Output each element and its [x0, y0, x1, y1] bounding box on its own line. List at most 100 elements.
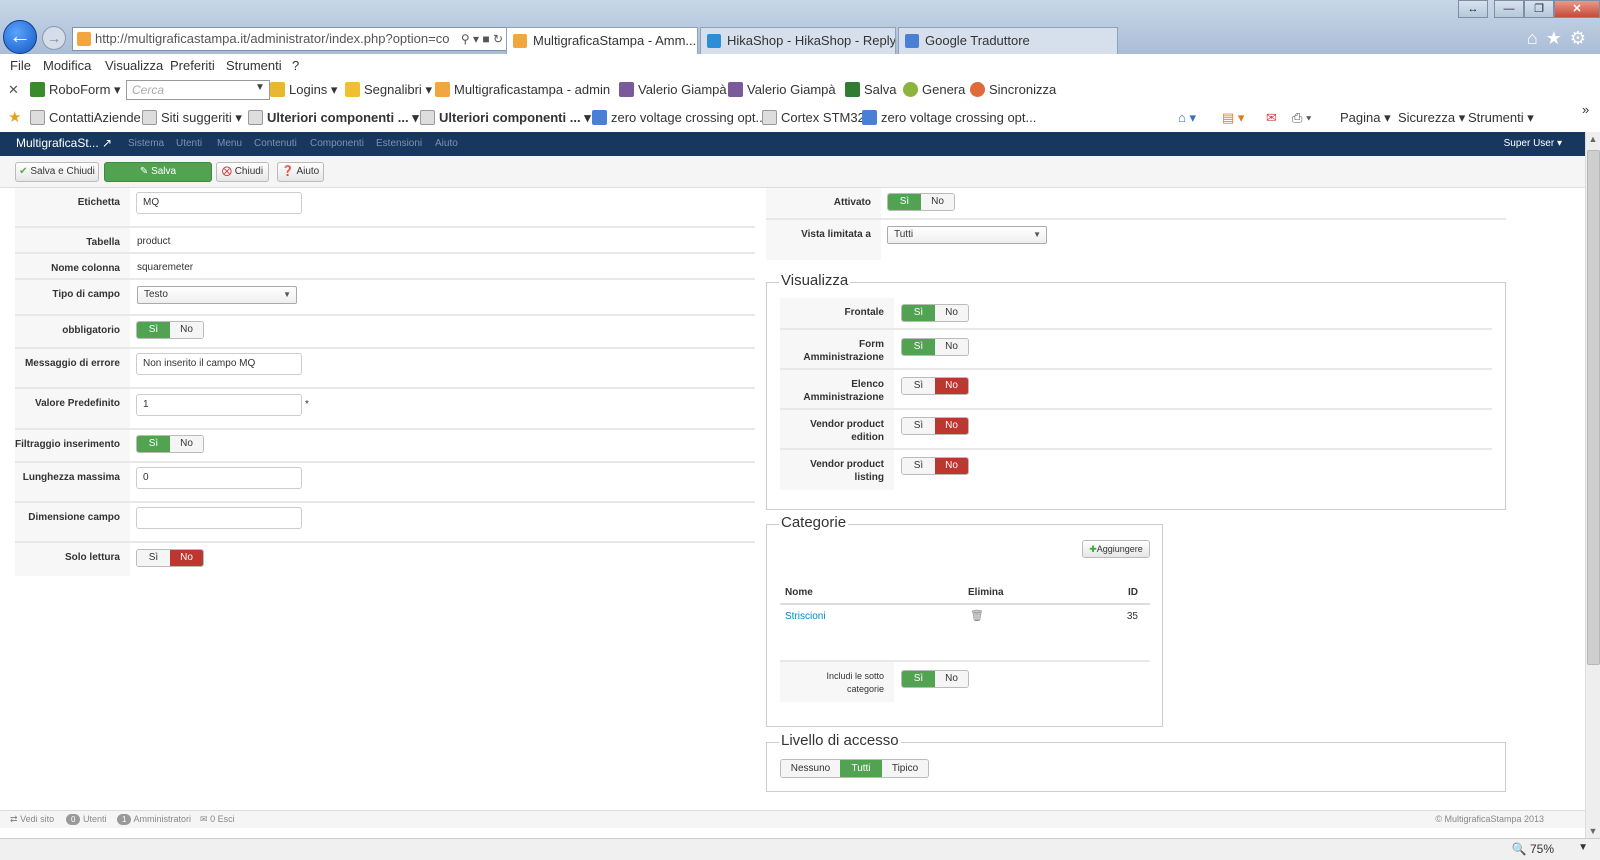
toggle-no[interactable]: No: [921, 194, 954, 210]
messaggio-errore-input[interactable]: Non inserito il campo MQ: [136, 353, 302, 375]
user-valerio-2-button[interactable]: Valerio Giampà: [728, 82, 836, 97]
back-arrow-icon[interactable]: ←: [3, 20, 37, 54]
admin-menu-sistema[interactable]: Sistema: [128, 138, 164, 149]
access-tutti[interactable]: Tutti: [840, 760, 882, 777]
tab-multigrafica[interactable]: MultigraficaStampa - Amm... ✕: [506, 27, 698, 54]
fav-cortex-stm32[interactable]: Cortex STM32: [762, 110, 865, 125]
fav-ulteriori-2[interactable]: Ulteriori componenti ... ▾: [420, 110, 591, 126]
menu-help[interactable]: ?: [292, 58, 299, 73]
category-link[interactable]: Striscioni: [785, 611, 826, 622]
admin-menu-aiuto[interactable]: Aiuto: [435, 138, 458, 149]
page-scrollbar[interactable]: ▲ ▼: [1585, 132, 1600, 838]
roboform-search-input[interactable]: Cerca: [126, 80, 270, 100]
rss-feed-icon[interactable]: ▤ ▾: [1222, 110, 1244, 126]
toggle-yes[interactable]: Sì: [902, 339, 935, 355]
favorites-star-icon[interactable]: ★: [1546, 28, 1570, 48]
strumenti-menu[interactable]: Strumenti ▾: [1468, 110, 1534, 126]
zoom-control[interactable]: 🔍 75%: [1512, 842, 1554, 856]
fav-zero-voltage-1[interactable]: zero voltage crossing opt...: [592, 110, 766, 125]
user-valerio-1-button[interactable]: Valerio Giampà: [619, 82, 727, 97]
attivato-toggle[interactable]: Sì No: [887, 193, 955, 211]
users-status[interactable]: 0 Utenti: [66, 814, 106, 825]
toggle-yes[interactable]: Sì: [902, 305, 935, 321]
salva-toolbar-button[interactable]: Salva: [845, 82, 897, 97]
toggle-yes[interactable]: Sì: [888, 194, 921, 210]
filtraggio-toggle[interactable]: Sì No: [136, 435, 204, 453]
vista-limitata-select[interactable]: Tutti ▼: [887, 226, 1047, 244]
save-button[interactable]: ✎ Salva: [104, 162, 212, 182]
toggle-yes[interactable]: Sì: [137, 550, 170, 566]
toggle-yes[interactable]: Sì: [137, 436, 170, 452]
site-admin-button[interactable]: Multigraficastampa - admin: [435, 82, 610, 97]
toggle-yes[interactable]: Sì: [902, 418, 935, 434]
tab-hikashop[interactable]: HikaShop - HikaShop - Reply T...: [700, 27, 896, 54]
lunghezza-massima-input[interactable]: 0: [136, 467, 302, 489]
menu-preferiti[interactable]: Preferiti: [170, 58, 215, 73]
toggle-no[interactable]: No: [935, 378, 968, 394]
admins-status[interactable]: 1 Amministratori: [117, 814, 191, 825]
fav-siti-suggeriti[interactable]: Siti suggeriti ▾: [142, 110, 242, 126]
obbligatorio-toggle[interactable]: Sì No: [136, 321, 204, 339]
genera-button[interactable]: Genera: [903, 82, 965, 97]
menu-modifica[interactable]: Modifica: [43, 58, 91, 73]
etichetta-input[interactable]: MQ: [136, 192, 302, 214]
toggle-no[interactable]: No: [170, 550, 203, 566]
vendor-listing-toggle[interactable]: Sì No: [901, 457, 969, 475]
add-category-button[interactable]: ✚Aggiungere: [1082, 540, 1150, 558]
tipo-campo-select[interactable]: Testo ▼: [137, 286, 297, 304]
admin-menu-utenti[interactable]: Utenti: [176, 138, 202, 149]
zoom-dropdown-icon[interactable]: ▼: [1578, 842, 1588, 853]
access-tipico[interactable]: Tipico: [882, 760, 928, 777]
toggle-no[interactable]: No: [935, 458, 968, 474]
segnalibri-button[interactable]: Segnalibri ▾: [345, 82, 432, 98]
search-dropdown-icon[interactable]: ▼: [255, 82, 265, 93]
vendor-edition-toggle[interactable]: Sì No: [901, 417, 969, 435]
menu-file[interactable]: File: [10, 58, 31, 73]
user-menu[interactable]: Super User ▾: [1504, 138, 1562, 149]
address-bar[interactable]: http://multigraficastampa.it/administrat…: [72, 27, 508, 51]
tab-google-translate[interactable]: Google Traduttore: [898, 27, 1118, 54]
sicurezza-menu[interactable]: Sicurezza ▾: [1398, 110, 1465, 126]
toggle-no[interactable]: No: [170, 436, 203, 452]
site-name-link[interactable]: MultigraficaSt... ↗: [16, 136, 112, 150]
maximize-icon[interactable]: ❐: [1524, 0, 1554, 18]
home-toolbar-icon[interactable]: ⌂ ▾: [1178, 110, 1196, 126]
chevron-more-icon[interactable]: »: [1582, 102, 1589, 117]
sincronizza-button[interactable]: Sincronizza: [970, 82, 1056, 97]
toggle-yes[interactable]: Sì: [137, 322, 170, 338]
menu-visualizza[interactable]: Visualizza: [105, 58, 163, 73]
admin-menu-menu[interactable]: Menu: [217, 138, 242, 149]
access-nessuno[interactable]: Nessuno: [781, 760, 840, 777]
solo-lettura-toggle[interactable]: Sì No: [136, 549, 204, 567]
frontale-toggle[interactable]: Sì No: [901, 304, 969, 322]
menu-strumenti[interactable]: Strumenti: [226, 58, 282, 73]
fav-contatti-aziende[interactable]: ContattiAziende: [30, 110, 141, 125]
scroll-down-icon[interactable]: ▼: [1586, 826, 1600, 836]
dimensione-campo-input[interactable]: [136, 507, 302, 529]
toolbar-close-icon[interactable]: ✕: [8, 82, 19, 98]
mail-icon[interactable]: ✉: [1266, 110, 1277, 126]
minimize-icon[interactable]: —: [1494, 0, 1524, 18]
scroll-thumb[interactable]: [1587, 150, 1600, 665]
roboform-button[interactable]: RoboForm ▾: [30, 82, 121, 98]
toggle-yes[interactable]: Sì: [902, 378, 935, 394]
valore-predefinito-input[interactable]: 1: [136, 394, 302, 416]
logout-link[interactable]: ✉ 0 Esci: [200, 814, 235, 825]
form-admin-toggle[interactable]: Sì No: [901, 338, 969, 356]
address-tools-icon[interactable]: ⚲ ▾ ■ ↻: [461, 28, 503, 50]
toggle-yes[interactable]: Sì: [902, 458, 935, 474]
window-close-icon[interactable]: ✕: [1554, 0, 1600, 18]
fav-zero-voltage-2[interactable]: zero voltage crossing opt...: [862, 110, 1036, 125]
admin-menu-contenuti[interactable]: Contenuti: [254, 138, 297, 149]
admin-menu-estensioni[interactable]: Estensioni: [376, 138, 422, 149]
toggle-no[interactable]: No: [935, 339, 968, 355]
toggle-no[interactable]: No: [170, 322, 203, 338]
help-button[interactable]: ❓ Aiuto: [277, 162, 324, 182]
admin-menu-componenti[interactable]: Componenti: [310, 138, 364, 149]
toggle-no[interactable]: No: [935, 305, 968, 321]
scroll-up-icon[interactable]: ▲: [1586, 134, 1600, 144]
settings-gear-icon[interactable]: ⚙: [1570, 28, 1594, 48]
home-icon[interactable]: ⌂: [1527, 28, 1546, 48]
restore-arrows-icon[interactable]: ↔: [1458, 0, 1488, 18]
close-button[interactable]: ⨂ Chiudi: [216, 162, 269, 182]
